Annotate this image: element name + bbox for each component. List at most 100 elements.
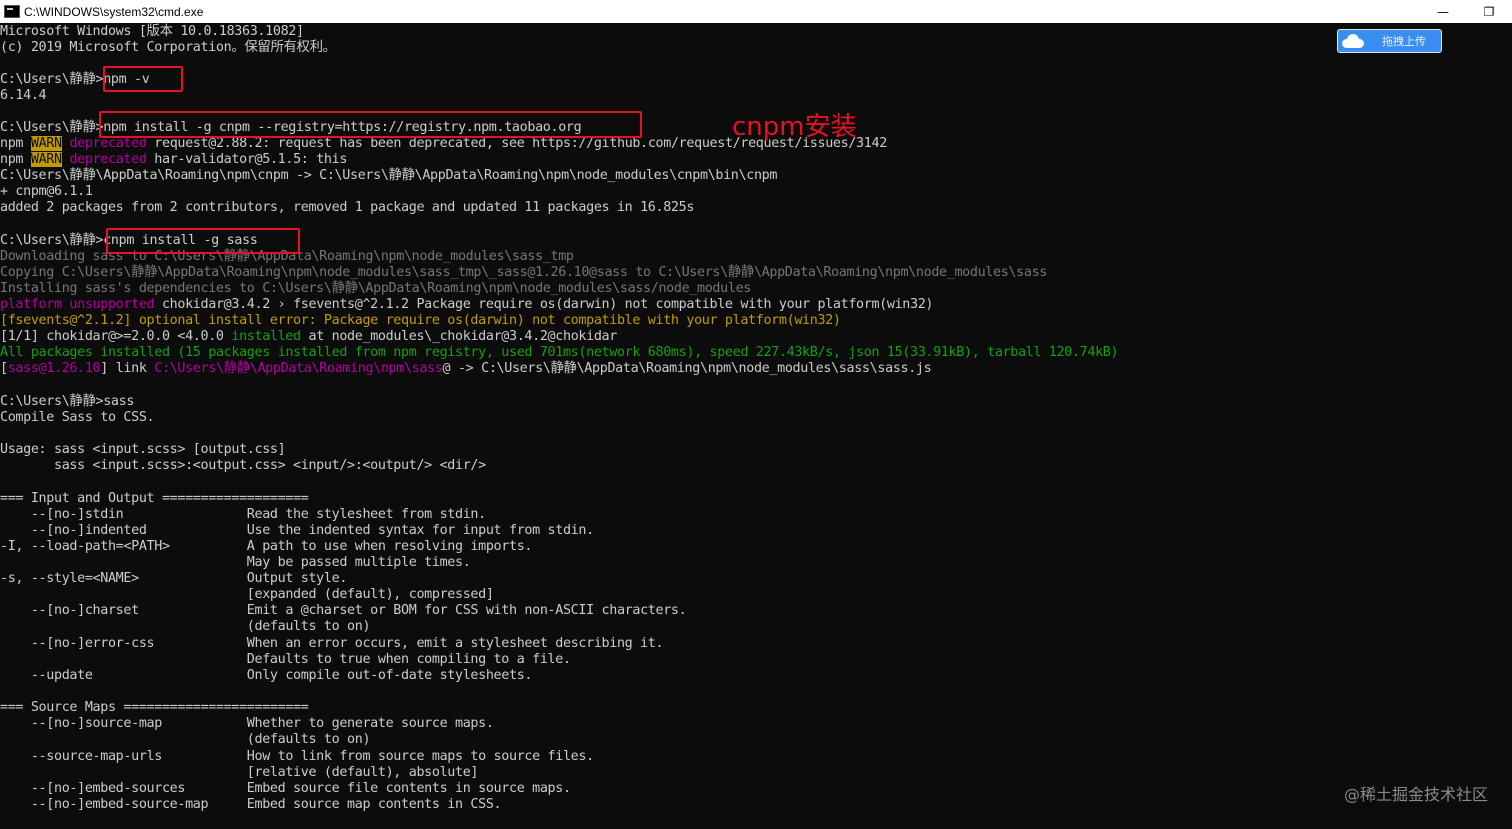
console-line: Copying C:\Users\静静\AppData\Roaming\npm\… [0,265,1047,281]
console-line: [relative (default), absolute] [0,765,479,781]
console-line: (c) 2019 Microsoft Corporation。保留所有权利。 [0,40,336,56]
console-line: Defaults to true when compiling to a fil… [0,652,571,668]
console-text: Copying C:\Users\静静\AppData\Roaming\npm\… [0,265,1047,280]
console-text: [expanded (default), compressed] [0,587,494,602]
console-line: --[no-]embed-source-map Embed source map… [0,797,502,813]
console-line: 6.14.4 [0,88,47,104]
console-text: installed [231,329,301,344]
console-text: -s, --style=<NAME> Output style. [0,571,348,586]
console-text: === Input and Output =================== [0,491,309,506]
console-text: (defaults to on) [0,619,371,634]
drag-upload-button[interactable]: 拖拽上传 [1337,29,1442,53]
console-line: --[no-]indented Use the indented syntax … [0,523,594,539]
console-text: C:\Users\静静\AppData\Roaming\npm\cnpm -> … [0,168,778,183]
cloud-upload-icon [1342,32,1364,50]
annotation-cnpm-install: cnpm安装 [732,112,857,142]
console-text: --[no-]source-map Whether to generate so… [0,716,494,731]
console-line: [sass@1.26.10] link C:\Users\静静\AppData\… [0,361,932,377]
console-line: -s, --style=<NAME> Output style. [0,571,347,587]
console-text: --update Only compile out-of-date styles… [0,668,533,683]
console-text: May be passed multiple times. [0,555,471,570]
title-bar: C:\WINDOWS\system32\cmd.exe — ❐ [0,0,1512,23]
console-text: [ [0,361,8,376]
console-line: All packages installed (15 packages inst… [0,345,1119,361]
console-text: [relative (default), absolute] [0,765,479,780]
upload-button-label: 拖拽上传 [1382,35,1426,48]
console-line: --[no-]error-css When an error occurs, e… [0,636,664,652]
console-text: sass <input.scss>:<output.css> <input/>:… [0,458,486,473]
console-line: Compile Sass to CSS. [0,410,155,426]
console-line: --source-map-urls How to link from sourc… [0,749,594,765]
console-text: at node_modules\_chokidar@3.4.2@chokidar [300,329,617,344]
console-line: --update Only compile out-of-date styles… [0,668,533,684]
console-line: --[no-]stdin Read the stylesheet from st… [0,507,486,523]
console-text: --[no-]embed-sources Embed source file c… [0,781,571,796]
console-text: --[no-]stdin Read the stylesheet from st… [0,507,486,522]
console-text: (defaults to on) [0,732,371,747]
cmd-app-icon [4,5,20,18]
console-text: Compile Sass to CSS. [0,410,155,425]
console-text: deprecated [69,152,147,167]
console-text: Microsoft Windows [版本 10.0.18363.1082] [0,24,304,39]
console-text: sass@1.26.10 [7,361,101,376]
window-title: C:\WINDOWS\system32\cmd.exe [24,4,204,19]
console-text: C:\Users\静静\AppData\Roaming\npm\sass [154,361,443,376]
console-line: --[no-]embed-sources Embed source file c… [0,781,571,797]
console-line: + cnpm@6.1.1 [0,184,93,200]
console-line: C:\Users\静静>sass [0,394,134,410]
console-line: [1/1] chokidar@>=2.0.0 <4.0.0 installed … [0,329,617,345]
console-line: sass <input.scss>:<output.css> <input/>:… [0,458,486,474]
console-text: --source-map-urls How to link from sourc… [0,749,594,764]
console-line: [fsevents@^2.1.2] optional install error… [0,313,841,329]
console-line: Installing sass's dependencies to C:\Use… [0,281,751,297]
console-text: (c) 2019 Microsoft Corporation。保留所有权利。 [0,40,336,55]
console-text: har-validator@5.1.5: this [146,152,348,167]
console-text: chokidar@3.4.2 › fsevents@^2.1.2 Package… [154,297,934,312]
highlight-npm-v [103,66,183,92]
console-text: Defaults to true when compiling to a fil… [0,652,571,667]
minimize-button[interactable]: — [1420,0,1466,23]
restore-button[interactable]: ❐ [1466,0,1512,23]
console-line: --[no-]charset Emit a @charset or BOM fo… [0,603,687,619]
console-text: platform unsupported [0,297,155,312]
console-text: @ -> C:\Users\静静\AppData\Roaming\npm\nod… [442,361,932,376]
console-text: --[no-]error-css When an error occurs, e… [0,636,664,651]
console-line: (defaults to on) [0,732,371,748]
console-text: Usage: sass <input.scss> [output.css] [0,442,286,457]
console-text: --[no-]charset Emit a @charset or BOM fo… [0,603,687,618]
console-output[interactable]: Microsoft Windows [版本 10.0.18363.1082] (c… [0,23,1512,829]
console-text: deprecated [69,136,147,151]
console-line: === Source Maps ======================== [0,700,309,716]
console-text: === Source Maps ======================== [0,700,309,715]
console-line: (defaults to on) [0,619,371,635]
console-text: WARN [30,136,62,151]
console-line: platform unsupported chokidar@3.4.2 › fs… [0,297,934,313]
console-text: WARN [30,152,62,167]
console-text: [1/1] chokidar@>=2.0.0 <4.0.0 [0,329,232,344]
console-line: added 2 packages from 2 contributors, re… [0,200,694,216]
console-line: npm WARN deprecated har-validator@5.1.5:… [0,152,347,168]
console-text: + cnpm@6.1.1 [0,184,93,199]
console-text: Installing sass's dependencies to C:\Use… [0,281,751,296]
console-text: added 2 packages from 2 contributors, re… [0,200,695,215]
watermark: @稀土掘金技术社区 [1343,785,1488,804]
console-line: Microsoft Windows [版本 10.0.18363.1082] [0,24,304,40]
console-line: --[no-]source-map Whether to generate so… [0,716,494,732]
console-line: -I, --load-path=<PATH> A path to use whe… [0,539,532,555]
console-text: npm [0,152,31,167]
console-line: === Input and Output =================== [0,491,309,507]
console-line: [expanded (default), compressed] [0,587,494,603]
console-text: -I, --load-path=<PATH> A path to use whe… [0,539,533,554]
console-text: [fsevents@^2.1.2] optional install error… [0,313,841,328]
console-text: npm [0,136,31,151]
console-text: C:\Users\静静>sass [0,394,135,409]
console-text: All packages installed (15 packages inst… [0,345,1119,360]
highlight-sass-install [106,228,300,254]
highlight-cnpm-install [99,111,642,138]
console-text: 6.14.4 [0,88,47,103]
console-line: C:\Users\静静\AppData\Roaming\npm\cnpm -> … [0,168,777,184]
console-text: --[no-]indented Use the indented syntax … [0,523,594,538]
console-line: Usage: sass <input.scss> [output.css] [0,442,286,458]
window-controls: — ❐ [1420,0,1512,23]
console-text: --[no-]embed-source-map Embed source map… [0,797,502,812]
